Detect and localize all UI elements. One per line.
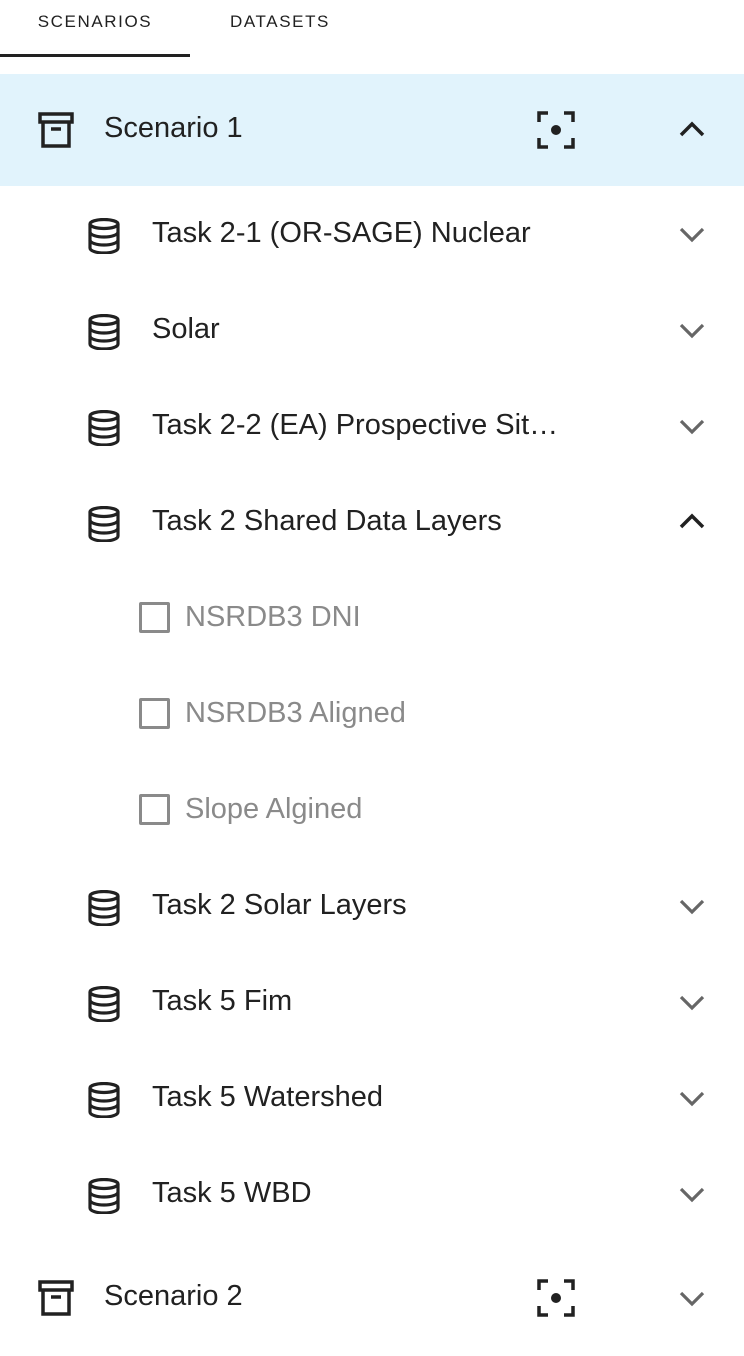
database-icon [88, 314, 120, 350]
dataset-row[interactable]: Task 2-1 (OR-SAGE) Nuclear [0, 186, 744, 282]
database-icon [88, 1178, 120, 1214]
dataset-row[interactable]: Task 5 Watershed [0, 1050, 744, 1146]
focus-center-icon[interactable] [537, 111, 575, 149]
scenario-row[interactable]: Scenario 2 [0, 1242, 744, 1354]
dataset-label: Task 5 Watershed [152, 1081, 384, 1113]
chevron-down-icon[interactable] [677, 411, 707, 441]
dataset-label: Solar [152, 313, 220, 345]
archive-box-icon [38, 1280, 74, 1316]
focus-center-icon[interactable] [537, 1279, 575, 1317]
chevron-up-icon[interactable] [677, 115, 707, 145]
layer-label: NSRDB3 DNI [185, 601, 361, 633]
chevron-down-icon[interactable] [677, 987, 707, 1017]
scenario-row[interactable]: Scenario 1 [0, 74, 744, 186]
dataset-row[interactable]: Task 2 Solar Layers [0, 858, 744, 954]
chevron-down-icon[interactable] [677, 1179, 707, 1209]
dataset-label: Task 5 WBD [152, 1177, 312, 1209]
layer-row[interactable]: NSRDB3 Aligned [0, 666, 744, 762]
dataset-label: Task 2-1 (OR-SAGE) Nuclear [152, 217, 531, 249]
database-icon [88, 986, 120, 1022]
layer-label: Slope Algined [185, 793, 363, 825]
dataset-row[interactable]: Task 2-2 (EA) Prospective Sit… [0, 378, 744, 474]
scenario-label: Scenario 1 [104, 112, 243, 144]
dataset-row[interactable]: Task 5 Fim [0, 954, 744, 1050]
dataset-row[interactable]: Task 5 WBD [0, 1146, 744, 1242]
dataset-label: Task 5 Fim [152, 985, 293, 1017]
database-icon [88, 218, 120, 254]
dataset-row[interactable]: Task 2 Shared Data Layers [0, 474, 744, 570]
chevron-down-icon[interactable] [677, 891, 707, 921]
tab-bar: SCENARIOS DATASETS [0, 0, 744, 58]
active-tab-indicator [0, 54, 190, 57]
layer-row[interactable]: NSRDB3 DNI [0, 570, 744, 666]
layer-checkbox[interactable] [139, 698, 170, 729]
layer-checkbox[interactable] [139, 602, 170, 633]
database-icon [88, 506, 120, 542]
chevron-down-icon[interactable] [677, 1083, 707, 1113]
layer-row[interactable]: Slope Algined [0, 762, 744, 858]
database-icon [88, 410, 120, 446]
layer-checkbox[interactable] [139, 794, 170, 825]
scenario-label: Scenario 2 [104, 1280, 243, 1312]
layer-label: NSRDB3 Aligned [185, 697, 406, 729]
dataset-label: Task 2 Shared Data Layers [152, 505, 502, 537]
dataset-label: Task 2 Solar Layers [152, 889, 407, 921]
dataset-row[interactable]: Solar [0, 282, 744, 378]
tab-scenarios[interactable]: SCENARIOS [0, 0, 190, 58]
chevron-down-icon[interactable] [677, 315, 707, 345]
chevron-down-icon[interactable] [677, 219, 707, 249]
database-icon [88, 1082, 120, 1118]
dataset-label: Task 2-2 (EA) Prospective Sit… [152, 409, 559, 441]
database-icon [88, 890, 120, 926]
chevron-down-icon[interactable] [677, 1283, 707, 1313]
archive-box-icon [38, 112, 74, 148]
tab-datasets[interactable]: DATASETS [190, 0, 370, 58]
chevron-up-icon[interactable] [677, 507, 707, 537]
